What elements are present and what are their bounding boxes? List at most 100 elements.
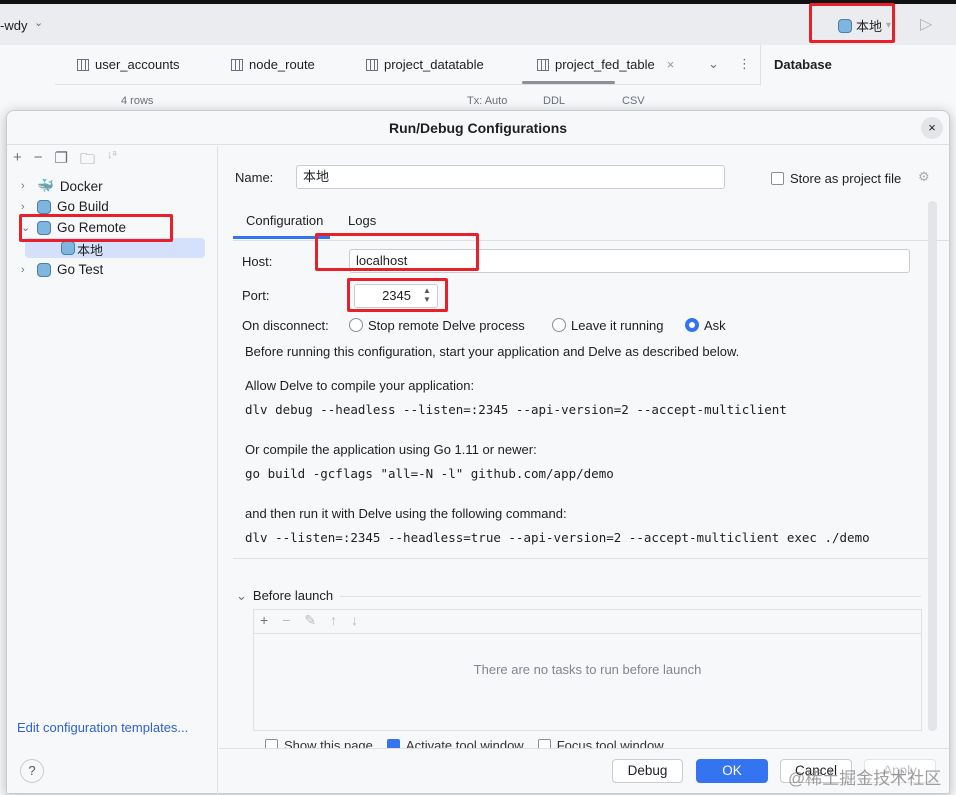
store-project-file-checkbox[interactable]: Store as project file: [771, 171, 901, 186]
go-build-icon: [37, 199, 51, 214]
sort-icon[interactable]: ↓ᵃ: [107, 149, 117, 174]
checkbox-label: Focus tool window: [556, 738, 664, 748]
highlight-port: [347, 278, 448, 312]
tab-label: project_datatable: [384, 57, 484, 72]
docker-icon: 🐳: [37, 178, 54, 193]
active-tab-indicator: [522, 81, 615, 84]
checkbox-label: Store as project file: [790, 171, 902, 186]
command-text: dlv debug --headless --listen=:2345 --ap…: [245, 402, 787, 417]
csv-selector[interactable]: CSV: [622, 95, 645, 107]
host-label: Host:: [242, 254, 273, 269]
close-icon[interactable]: ×: [667, 57, 675, 72]
radio-stop-remote[interactable]: Stop remote Delve process: [349, 318, 525, 333]
remove-icon[interactable]: −: [34, 149, 43, 174]
checkbox-box: [537, 739, 551, 748]
radio-icon: [349, 318, 363, 332]
tab-node-route[interactable]: node_route: [231, 57, 315, 72]
add-icon[interactable]: +: [260, 612, 268, 631]
config-tree-panel: + − ❐ 🗀 ↓ᵃ › 🐳 Docker › Go Build ⌄ Go Remote 本地 …: [7, 146, 218, 795]
tree-item-go-build[interactable]: › Go Build: [21, 199, 109, 214]
table-icon: [537, 58, 549, 71]
checkbox-box: [265, 739, 278, 748]
copy-icon[interactable]: ❐: [55, 149, 68, 174]
tree-label: Go Test: [57, 262, 104, 277]
radio-label: Ask: [704, 318, 726, 333]
show-page-checkbox[interactable]: Show this page: [265, 738, 373, 748]
radio-label: Leave it running: [571, 318, 664, 333]
chevron-right-icon: ›: [21, 180, 25, 192]
focus-tool-window-checkbox[interactable]: Focus tool window: [537, 738, 664, 748]
tab-label: node_route: [249, 57, 315, 72]
watermark: @稀土掘金技术社区: [788, 769, 942, 788]
radio-icon: [552, 318, 566, 332]
debug-button[interactable]: Debug: [612, 759, 683, 783]
checkbox-label: Show this page: [284, 738, 373, 748]
radio-leave-running[interactable]: Leave it running: [552, 318, 664, 333]
checkbox-box: [771, 172, 784, 185]
chevron-down-icon: ⌄: [236, 588, 247, 603]
help-text: and then run it with Delve using the fol…: [245, 506, 567, 521]
chevron-down-icon: ⌄: [34, 17, 44, 29]
dialog-title: Run/Debug Configurations: [7, 111, 949, 145]
tab-project-datatable[interactable]: project_datatable: [366, 57, 484, 72]
table-icon: [231, 58, 243, 71]
ddl-button[interactable]: DDL: [543, 95, 565, 107]
tree-item-go-test[interactable]: › Go Test: [21, 262, 103, 277]
add-icon[interactable]: +: [13, 149, 22, 174]
tree-item-docker[interactable]: › 🐳 Docker: [21, 178, 103, 194]
radio-ask[interactable]: Ask: [685, 318, 726, 333]
project-name[interactable]: -wdy: [0, 18, 27, 33]
close-button[interactable]: ×: [921, 117, 943, 139]
before-launch-toggle[interactable]: ⌄ Before launch: [236, 588, 333, 604]
edit-icon[interactable]: ✎: [304, 612, 316, 631]
before-launch-list: + − ✎ ↑ ↓ There are no tasks to run before l…: [253, 609, 922, 731]
rows-selector[interactable]: 4 rows: [121, 95, 153, 107]
editor-tabs: user_accounts node_route project_datatab…: [55, 45, 760, 85]
table-icon: [366, 58, 378, 71]
configuration-panel: Host: localhost Port: 2345 ▲ ▼ On disconn…: [233, 241, 928, 559]
run-debug-dialog: Run/Debug Configurations × + − ❐ 🗀 ↓ᵃ › 🐳 Dock…: [6, 110, 950, 795]
name-input[interactable]: 本地: [296, 165, 725, 189]
move-down-icon[interactable]: ↓: [351, 612, 358, 631]
tree-label: Docker: [59, 178, 103, 194]
go-test-icon: [37, 262, 51, 277]
help-text: Allow Delve to compile your application:: [245, 378, 475, 393]
tree-label: Go Build: [57, 199, 109, 214]
tab-label: project_fed_table: [555, 57, 655, 72]
new-folder-icon[interactable]: 🗀: [80, 149, 95, 174]
tab-project-fed-table[interactable]: project_fed_table ×: [537, 57, 674, 72]
help-icon[interactable]: ?: [20, 759, 44, 783]
tab-configuration[interactable]: Configuration: [246, 213, 323, 228]
name-label: Name:: [235, 170, 274, 185]
radio-label: Stop remote Delve process: [368, 318, 525, 333]
activate-tool-window-checkbox[interactable]: Activate tool window: [386, 738, 524, 748]
on-disconnect-label: On disconnect:: [242, 318, 329, 333]
checkbox-label: Activate tool window: [405, 738, 524, 748]
go-remote-icon: [61, 241, 75, 255]
highlight-go-remote: [19, 214, 173, 242]
run-icon[interactable]: ▷: [920, 14, 932, 34]
gear-icon[interactable]: ⚙: [918, 169, 930, 185]
chevron-right-icon: ›: [21, 263, 25, 276]
edit-templates-link[interactable]: Edit configuration templates...: [17, 720, 188, 735]
scrollbar[interactable]: [928, 201, 937, 731]
chevron-right-icon: ›: [21, 200, 25, 213]
tab-label: user_accounts: [95, 57, 180, 72]
highlight-run-config: [809, 3, 895, 43]
tab-logs[interactable]: Logs: [348, 213, 376, 228]
port-label: Port:: [242, 288, 270, 303]
section-title: Before launch: [252, 588, 334, 603]
chevron-down-icon[interactable]: ⌄: [708, 56, 719, 72]
database-panel-title: Database: [774, 57, 832, 72]
help-text: Or compile the application using Go 1.11…: [245, 442, 537, 457]
tx-mode-selector[interactable]: Tx: Auto: [467, 95, 507, 107]
command-text: dlv --listen=:2345 --headless=true --api…: [245, 530, 870, 545]
more-icon[interactable]: ⋮: [738, 56, 751, 72]
radio-icon: [685, 318, 699, 332]
launch-options: Show this page Activate tool window Focu…: [265, 738, 705, 748]
table-icon: [77, 58, 89, 71]
ok-button[interactable]: OK: [696, 759, 768, 783]
remove-icon[interactable]: −: [282, 612, 290, 631]
move-up-icon[interactable]: ↑: [330, 612, 337, 631]
tab-user-accounts[interactable]: user_accounts: [77, 57, 180, 72]
